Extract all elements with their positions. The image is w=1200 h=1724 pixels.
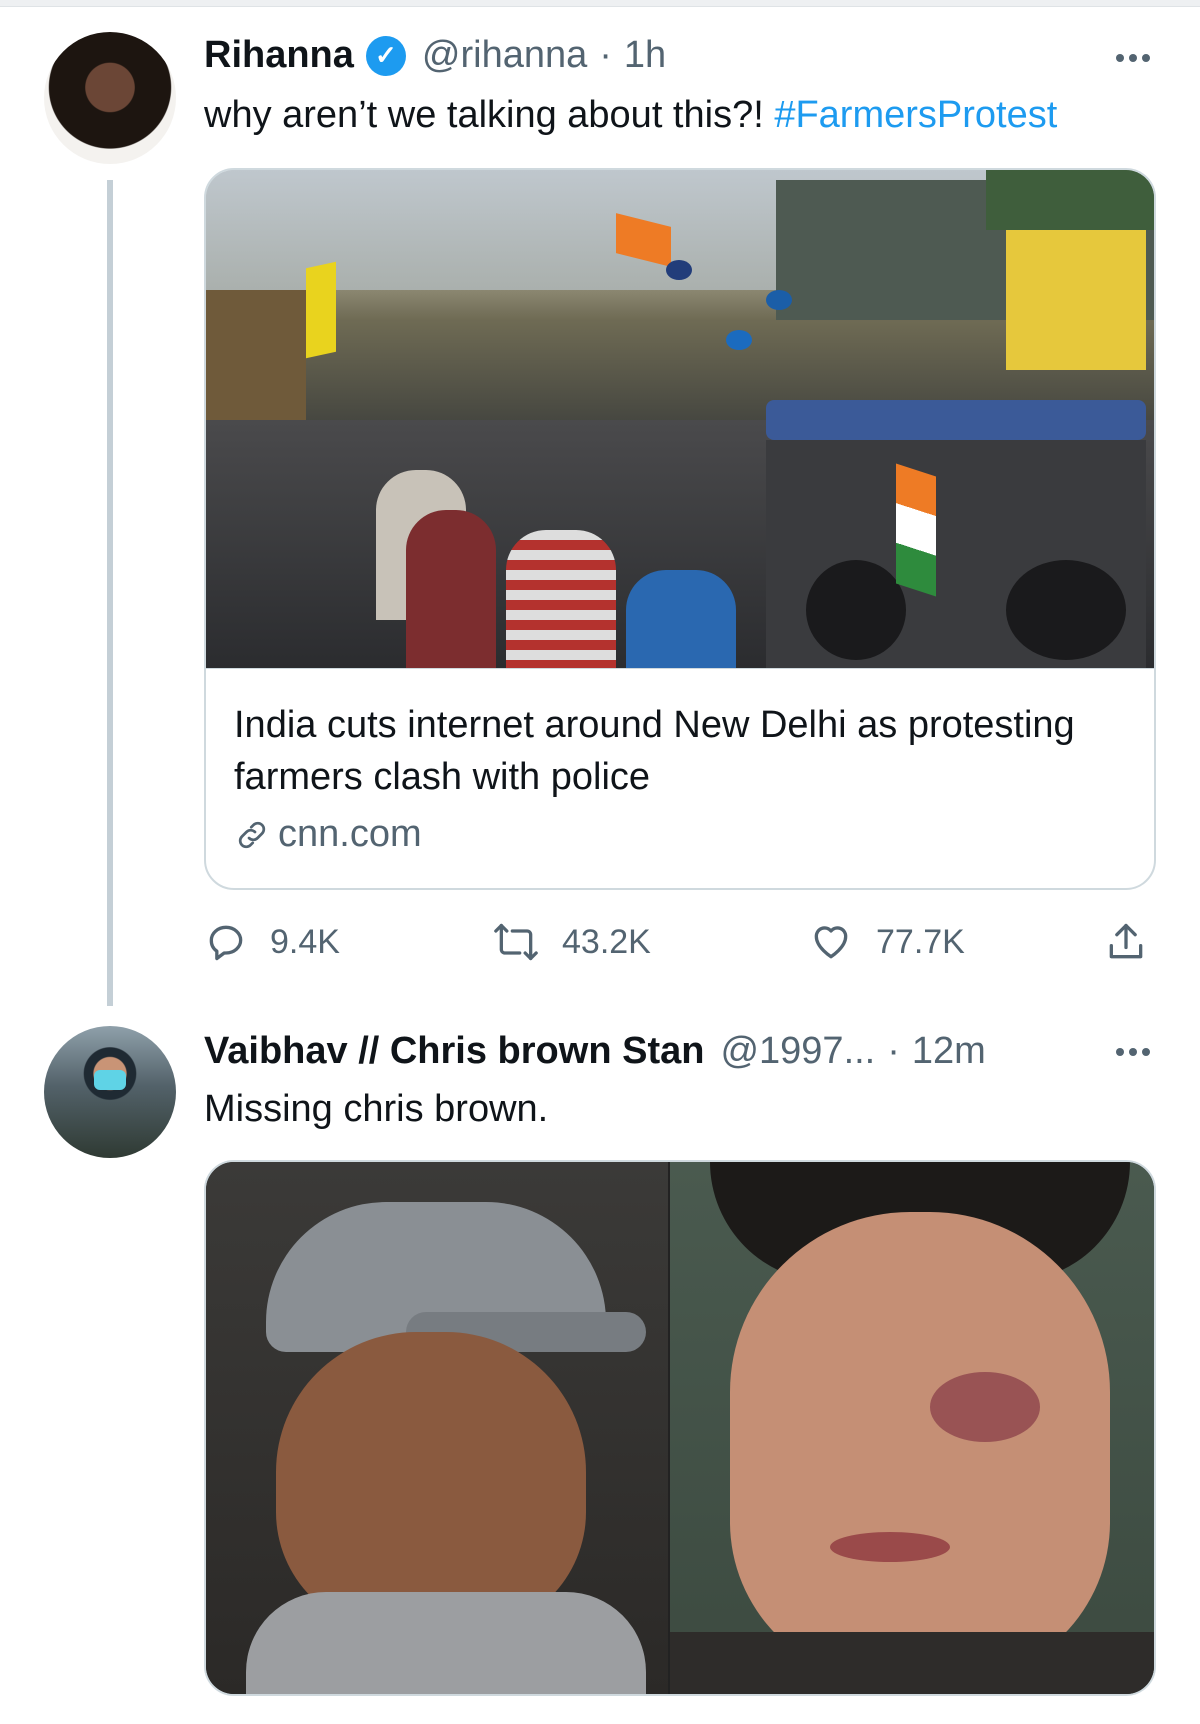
- tweet-media[interactable]: [204, 1160, 1156, 1696]
- tweet-vaibhav[interactable]: Vaibhav // Chris brown Stan @1997... · 1…: [0, 0, 1200, 1724]
- media-image-left[interactable]: [206, 1162, 668, 1694]
- display-name[interactable]: Vaibhav // Chris brown Stan: [204, 1030, 704, 1073]
- media-image-right[interactable]: [670, 1162, 1154, 1694]
- tweet-header: Vaibhav // Chris brown Stan @1997... · 1…: [204, 1030, 986, 1073]
- tweet-text: Missing chris brown.: [204, 1088, 549, 1130]
- handle[interactable]: @1997...: [720, 1030, 875, 1073]
- timestamp[interactable]: 12m: [912, 1030, 986, 1073]
- more-options-icon[interactable]: [1116, 1048, 1150, 1056]
- avatar[interactable]: [44, 1026, 176, 1158]
- separator-dot: ·: [887, 1030, 900, 1072]
- face-mask-shape: [94, 1070, 126, 1090]
